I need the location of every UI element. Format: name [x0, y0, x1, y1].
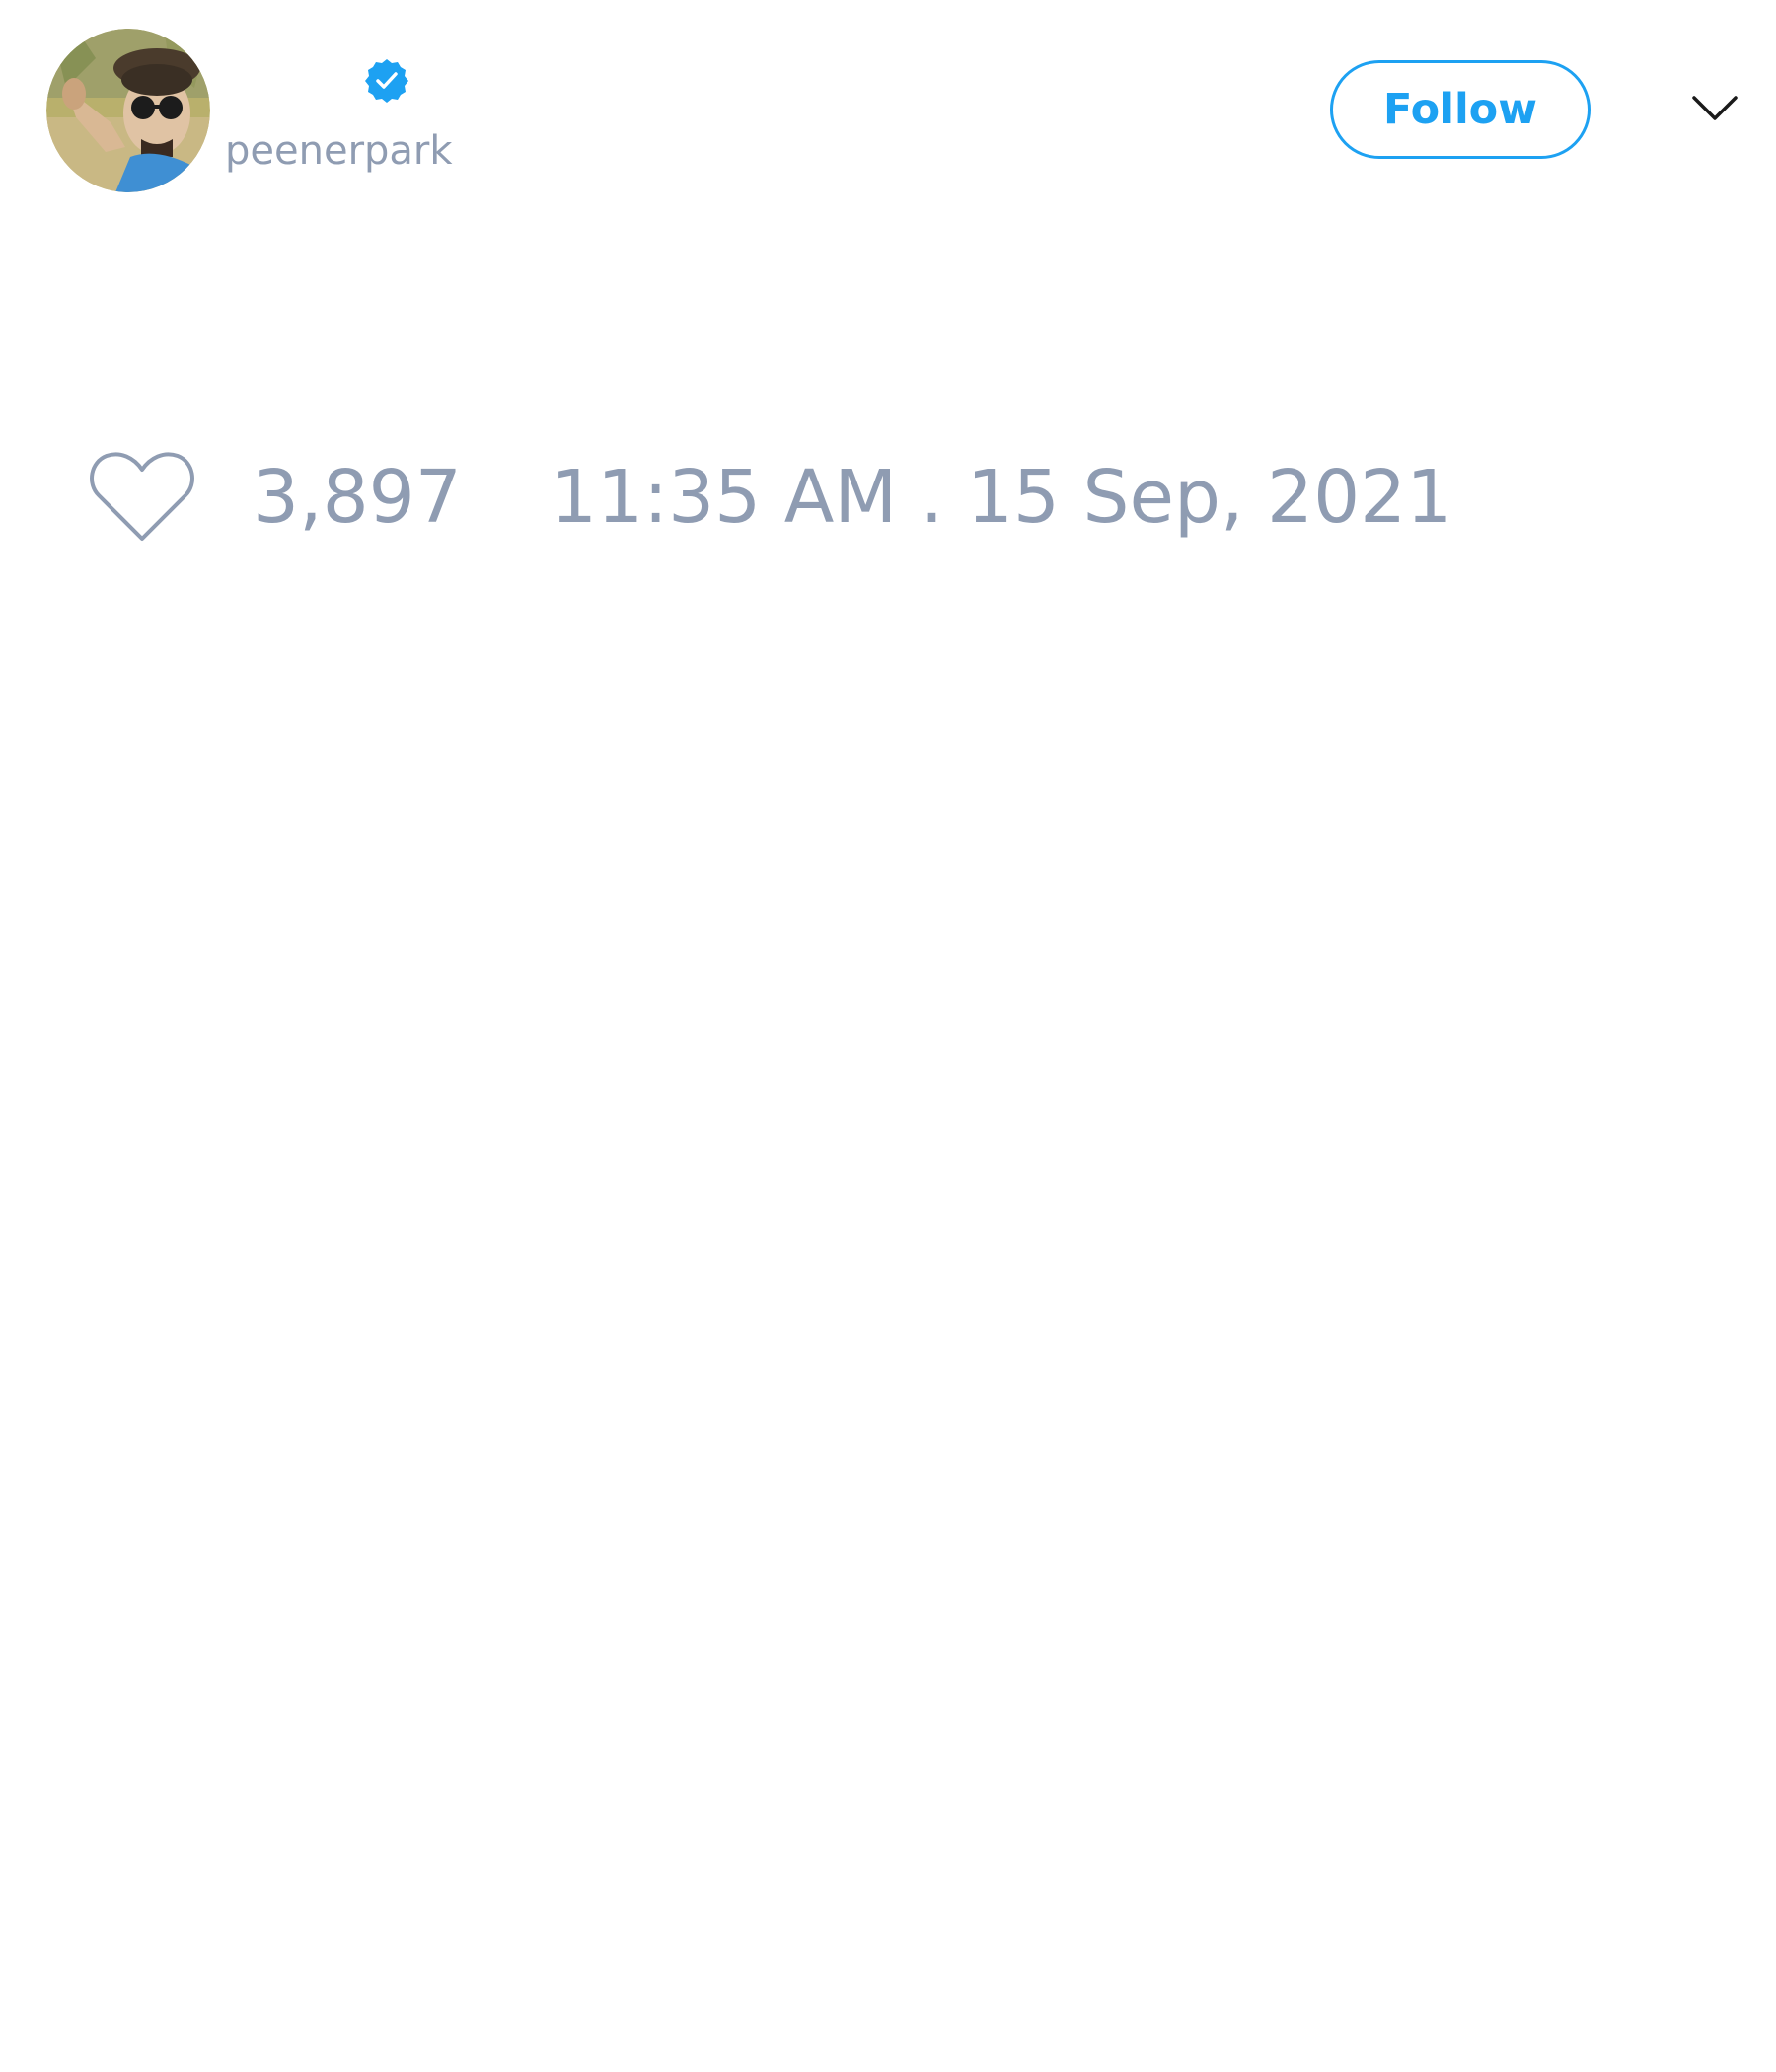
avatar-photo: [46, 29, 210, 192]
chevron-down-icon[interactable]: [1690, 92, 1739, 125]
tweet-stats: 3,897 11:35 AM . 15 Sep, 2021: [0, 434, 1776, 553]
like-count: 3,897: [253, 455, 462, 540]
follow-button[interactable]: Follow: [1330, 60, 1591, 159]
tweet-header: peenerpark Follow: [0, 0, 1776, 227]
verified-badge-icon: [365, 59, 408, 103]
heart-outline-icon[interactable]: [89, 450, 195, 545]
avatar[interactable]: [46, 29, 210, 192]
author-handle[interactable]: peenerpark: [225, 126, 453, 176]
tweet-timestamp[interactable]: 11:35 AM . 15 Sep, 2021: [551, 452, 1452, 543]
